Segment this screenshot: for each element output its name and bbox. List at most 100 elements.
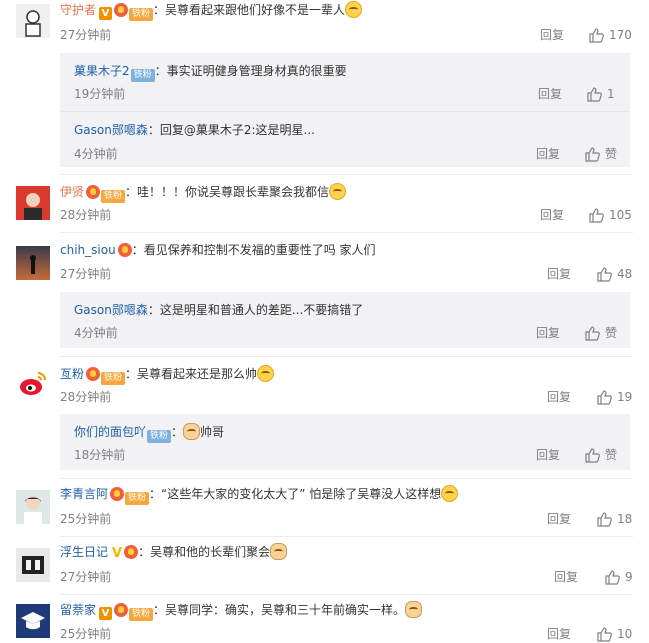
fan-badge[interactable]: 铁粉 <box>130 69 155 82</box>
reply-button[interactable]: 回复 <box>536 325 560 341</box>
reply-text: ：回复@菓果木子2:这是明星... <box>147 123 315 137</box>
comment-text: ：吴尊看起来还是那么帅 <box>125 367 258 381</box>
fire-badge-icon <box>114 3 129 17</box>
timestamp: 28分钟前 <box>60 390 112 404</box>
like-label: 赞 <box>605 448 618 462</box>
username[interactable]: 留萘家 <box>60 603 96 617</box>
like-button[interactable]: 赞 <box>584 325 617 341</box>
like-button[interactable]: 9 <box>604 569 633 585</box>
username[interactable]: 菓果木子2 <box>74 64 130 78</box>
avatar[interactable] <box>16 246 50 280</box>
thumbs-up-icon <box>585 147 600 162</box>
like-count: 9 <box>625 570 633 584</box>
like-button[interactable]: 105 <box>588 207 632 223</box>
fan-badge[interactable]: 铁粉 <box>125 492 150 505</box>
username[interactable]: 亙粉 <box>60 367 84 381</box>
thumbs-up-icon <box>597 627 612 642</box>
fan-badge[interactable]: 铁粉 <box>129 608 154 621</box>
like-button[interactable]: 1 <box>586 86 615 102</box>
reply-button[interactable]: 回复 <box>547 511 571 527</box>
divider <box>60 356 633 357</box>
avatar[interactable] <box>16 548 50 582</box>
like-button[interactable]: 48 <box>596 266 632 282</box>
comment-text: ：吴尊看起来跟他们好像不是一辈人 <box>153 3 346 17</box>
thumbs-up-icon <box>585 448 600 463</box>
avatar[interactable] <box>16 4 50 38</box>
avatar[interactable] <box>16 490 50 524</box>
divider <box>60 478 633 479</box>
username[interactable]: 李青言阿 <box>60 487 108 501</box>
username[interactable]: Gason郧嗯森 <box>74 303 148 317</box>
reply-text-tail: 帅哥 <box>200 425 225 439</box>
username[interactable]: Gason郧嗯森 <box>74 123 148 137</box>
reply-button[interactable]: 回复 <box>538 86 562 102</box>
laugh-emoji-icon <box>257 365 275 382</box>
thumbs-up-icon <box>589 208 604 223</box>
reply-button[interactable]: 回复 <box>536 447 560 463</box>
username[interactable]: 守护者 <box>60 3 96 17</box>
fire-badge-icon <box>114 603 129 617</box>
timestamp: 28分钟前 <box>60 208 112 222</box>
reply-button[interactable]: 回复 <box>540 207 564 223</box>
like-button[interactable]: 赞 <box>584 146 617 162</box>
divider <box>60 232 633 233</box>
avatar[interactable] <box>16 604 50 638</box>
comment-text: ：看见保养和控制不发福的重要性了吗 家人们 <box>131 243 376 257</box>
fire-badge-icon <box>86 367 101 381</box>
thumbs-up-icon <box>597 390 612 405</box>
username[interactable]: 伊贤 <box>60 185 84 199</box>
timestamp: 27分钟前 <box>60 28 112 42</box>
like-count: 19 <box>617 390 633 404</box>
reply-button[interactable]: 回复 <box>554 569 578 585</box>
like-button[interactable]: 赞 <box>584 447 617 463</box>
like-button[interactable]: 10 <box>596 626 632 642</box>
divider <box>60 594 633 595</box>
like-button[interactable]: 170 <box>588 27 632 43</box>
thumbs-up-icon <box>587 87 602 102</box>
reply-text: ：事实证明健身管理身材真的很重要 <box>154 64 347 78</box>
dog-emoji-icon <box>405 601 423 618</box>
fan-badge[interactable]: 铁粉 <box>101 372 126 385</box>
thumbs-up-icon <box>597 512 612 527</box>
comment-text: ：吴尊和他的长辈们聚会 <box>138 545 271 559</box>
reply-button[interactable]: 回复 <box>547 626 571 642</box>
timestamp: 4分钟前 <box>74 147 118 161</box>
timestamp: 27分钟前 <box>60 570 112 584</box>
divider <box>60 174 633 175</box>
laugh-emoji-icon <box>329 183 347 200</box>
like-button[interactable]: 18 <box>596 511 632 527</box>
username[interactable]: chih_siou <box>60 243 116 257</box>
username[interactable]: 浮生日记 <box>60 545 108 559</box>
like-label: 赞 <box>605 147 618 161</box>
avatar[interactable] <box>16 367 50 401</box>
comment-text: ：“这些年大家的变化太大了” 怕是除了吴尊没人这样想 <box>149 487 442 501</box>
divider <box>60 536 633 537</box>
verified-badge-icon: V <box>112 546 123 561</box>
comment-text: ：吴尊同学：确实，吴尊和三十年前确实一样。 <box>153 603 406 617</box>
comment-text: ：哇！！！你说吴尊跟长辈聚会我都信 <box>125 185 330 199</box>
reply-button[interactable]: 回复 <box>547 389 571 405</box>
reply-button[interactable]: 回复 <box>536 146 560 162</box>
timestamp: 25分钟前 <box>60 512 112 526</box>
verified-badge-icon: V <box>99 607 113 620</box>
username[interactable]: 你们的面包吖 <box>74 425 146 439</box>
like-button[interactable]: 19 <box>596 389 632 405</box>
thumbs-up-icon <box>585 326 600 341</box>
fan-badge[interactable]: 铁粉 <box>147 430 172 443</box>
reply-button[interactable]: 回复 <box>547 266 571 282</box>
fan-badge[interactable]: 铁粉 <box>101 190 126 203</box>
fan-badge[interactable]: 铁粉 <box>129 8 154 21</box>
laugh-emoji-icon <box>441 485 459 502</box>
reply-text: ：这是明星和普通人的差距...不要搞错了 <box>147 303 364 317</box>
timestamp: 25分钟前 <box>60 627 112 641</box>
like-count: 1 <box>607 87 615 101</box>
divider <box>60 111 630 112</box>
thumbs-up-icon <box>589 28 604 43</box>
avatar[interactable] <box>16 186 50 220</box>
timestamp: 19分钟前 <box>74 87 126 101</box>
fire-badge-icon <box>110 487 125 501</box>
reply-text: ： <box>171 425 184 439</box>
cat-emoji-icon <box>270 543 288 560</box>
like-count: 48 <box>617 267 633 281</box>
reply-button[interactable]: 回复 <box>540 27 564 43</box>
